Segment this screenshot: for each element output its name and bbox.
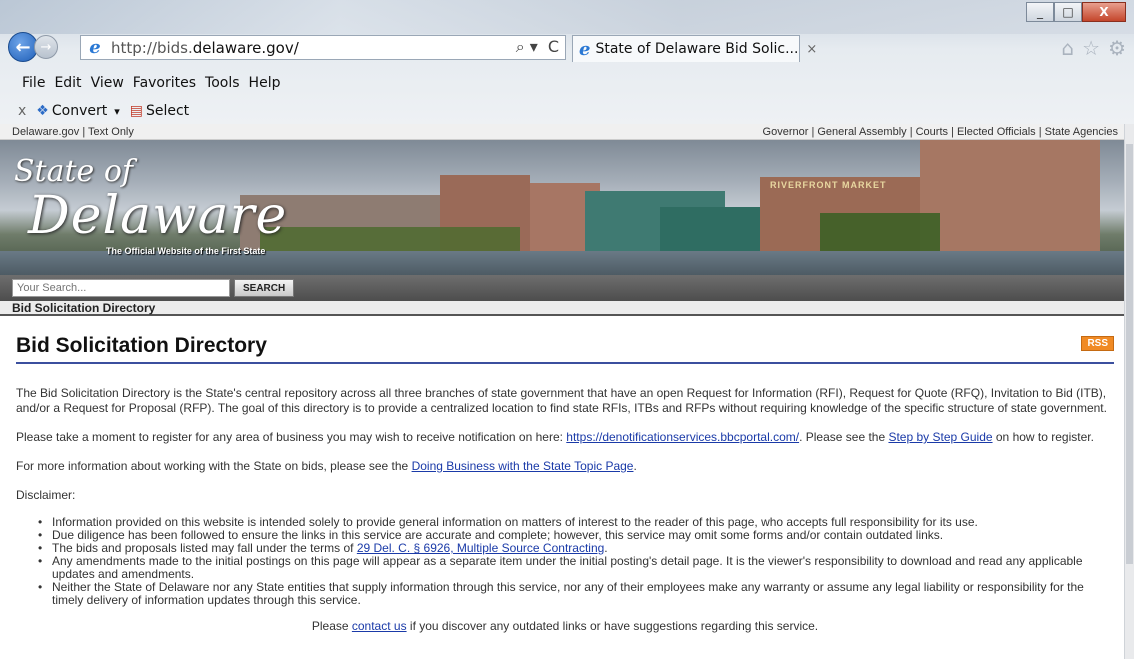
top-links-left[interactable]: Delaware.gov | Text Only bbox=[12, 126, 134, 138]
banner-trees bbox=[260, 227, 520, 253]
banner-trees bbox=[820, 213, 940, 253]
more-info-text: For more information about working with … bbox=[16, 459, 412, 473]
address-url[interactable]: http://bids.delaware.gov/ bbox=[111, 39, 299, 57]
select-icon: ▤ bbox=[129, 103, 143, 119]
page-title: Bid Solicitation Directory bbox=[16, 334, 267, 357]
nav-buttons: ← → bbox=[8, 31, 58, 63]
market-sign: RIVERFRONT MARKET bbox=[770, 180, 887, 190]
menu-favorites[interactable]: Favorites bbox=[133, 75, 196, 95]
disclaimer-list: Information provided on this website is … bbox=[36, 516, 1114, 607]
title-row: Bid Solicitation Directory RSS bbox=[16, 316, 1114, 364]
convert-icon: ❖ bbox=[36, 103, 49, 119]
site-search-button[interactable]: SEARCH bbox=[234, 279, 295, 297]
address-bar[interactable]: e http://bids.delaware.gov/ ⌕ ▾ C bbox=[80, 35, 566, 60]
top-links-right[interactable]: Governor | General Assembly | Courts | E… bbox=[763, 126, 1118, 138]
register-text: on how to register. bbox=[992, 430, 1094, 444]
home-icon[interactable]: ⌂ bbox=[1061, 36, 1074, 60]
chevron-down-icon: ▾ bbox=[114, 104, 120, 118]
intro-paragraph: The Bid Solicitation Directory is the St… bbox=[16, 386, 1107, 415]
window-controls: _ □ X bbox=[1026, 2, 1126, 22]
web-page: Delaware.gov | Text Only Governor | Gene… bbox=[0, 124, 1124, 659]
command-bar: x ❖ Convert ▾ ▤ Select bbox=[0, 101, 189, 121]
search-dropdown-icon[interactable]: ⌕ ▾ bbox=[516, 37, 538, 57]
forward-button[interactable]: → bbox=[34, 35, 58, 59]
contact-us-link[interactable]: contact us bbox=[352, 619, 407, 633]
disclaimer-label: Disclaimer: bbox=[16, 488, 76, 502]
register-paragraph: Please take a moment to register for any… bbox=[16, 430, 1114, 445]
top-links-bar: Delaware.gov | Text Only Governor | Gene… bbox=[0, 124, 1124, 140]
menu-bar: File Edit View Favorites Tools Help bbox=[0, 75, 280, 95]
tab-close-icon[interactable]: × bbox=[806, 42, 817, 57]
list-item: Any amendments made to the initial posti… bbox=[36, 555, 1114, 581]
close-window-button[interactable]: X bbox=[1082, 2, 1126, 22]
list-item-text: The bids and proposals listed may fall u… bbox=[52, 541, 357, 555]
browser-chrome: _ □ X ← → e http://bids.delaware.gov/ ⌕ … bbox=[0, 0, 1134, 124]
menu-view[interactable]: View bbox=[91, 75, 124, 95]
menu-tools[interactable]: Tools bbox=[205, 75, 240, 95]
register-text: . Please see the bbox=[799, 430, 889, 444]
step-by-step-guide-link[interactable]: Step by Step Guide bbox=[888, 430, 992, 444]
more-info-text: . bbox=[633, 459, 637, 473]
select-button[interactable]: ▤ Select bbox=[130, 103, 189, 119]
address-tools: ⌕ ▾ C bbox=[516, 37, 559, 57]
scrollbar-thumb[interactable] bbox=[1126, 144, 1133, 564]
tab-ie-icon: e bbox=[579, 38, 591, 60]
doing-business-link[interactable]: Doing Business with the State Topic Page bbox=[412, 459, 634, 473]
more-info-paragraph: For more information about working with … bbox=[16, 459, 1114, 474]
notification-services-link[interactable]: https://denotificationservices.bbcportal… bbox=[566, 430, 799, 444]
page-scrollbar[interactable] bbox=[1124, 124, 1134, 659]
logo-delaware[interactable]: Delaware bbox=[28, 186, 287, 246]
list-item-text: . bbox=[604, 541, 608, 555]
contact-text: Please bbox=[311, 619, 352, 633]
refresh-icon[interactable]: C bbox=[548, 37, 559, 57]
ie-page-icon: e bbox=[89, 37, 101, 58]
address-prefix: http://bids. bbox=[111, 38, 193, 57]
convert-button[interactable]: ❖ Convert ▾ bbox=[36, 103, 119, 119]
menu-edit[interactable]: Edit bbox=[54, 75, 81, 95]
select-label: Select bbox=[145, 103, 190, 119]
address-domain: delaware.gov/ bbox=[192, 38, 299, 57]
gear-icon[interactable]: ⚙ bbox=[1108, 36, 1126, 60]
logo-state-of: State of bbox=[14, 154, 134, 189]
list-item: Neither the State of Delaware nor any St… bbox=[36, 581, 1114, 607]
contact-text: if you discover any outdated links or ha… bbox=[406, 619, 819, 633]
convert-label: Convert bbox=[51, 103, 108, 119]
tab-title: State of Delaware Bid Solic... bbox=[595, 41, 799, 57]
menu-help[interactable]: Help bbox=[249, 75, 281, 95]
main-content: Bid Solicitation Directory RSS The Bid S… bbox=[0, 316, 1124, 633]
rss-button[interactable]: RSS bbox=[1081, 336, 1114, 351]
register-text: Please take a moment to register for any… bbox=[16, 430, 567, 444]
maximize-button[interactable]: □ bbox=[1054, 2, 1082, 22]
title-bar bbox=[0, 0, 1134, 34]
tab-active[interactable]: e State of Delaware Bid Solic... × bbox=[572, 35, 817, 62]
contact-line: Please contact us if you discover any ou… bbox=[16, 619, 1114, 633]
close-toolbar-icon[interactable]: x bbox=[18, 103, 26, 119]
logo-tagline: The Official Website of the First State bbox=[106, 246, 266, 256]
minimize-button[interactable]: _ bbox=[1026, 2, 1054, 22]
menu-file[interactable]: File bbox=[22, 75, 45, 95]
multiple-source-contracting-link[interactable]: 29 Del. C. § 6926, Multiple Source Contr… bbox=[357, 541, 604, 555]
banner-building bbox=[920, 140, 1100, 253]
favorites-star-icon[interactable]: ☆ bbox=[1082, 36, 1100, 60]
breadcrumb: Bid Solicitation Directory bbox=[0, 301, 1124, 316]
site-search-bar: SEARCH bbox=[0, 275, 1124, 301]
site-search-input[interactable] bbox=[12, 279, 230, 297]
banner-building bbox=[660, 207, 770, 253]
site-banner: State of Delaware The Official Website o… bbox=[0, 140, 1124, 275]
toolbar-icons: ⌂ ☆ ⚙ bbox=[1061, 36, 1126, 60]
